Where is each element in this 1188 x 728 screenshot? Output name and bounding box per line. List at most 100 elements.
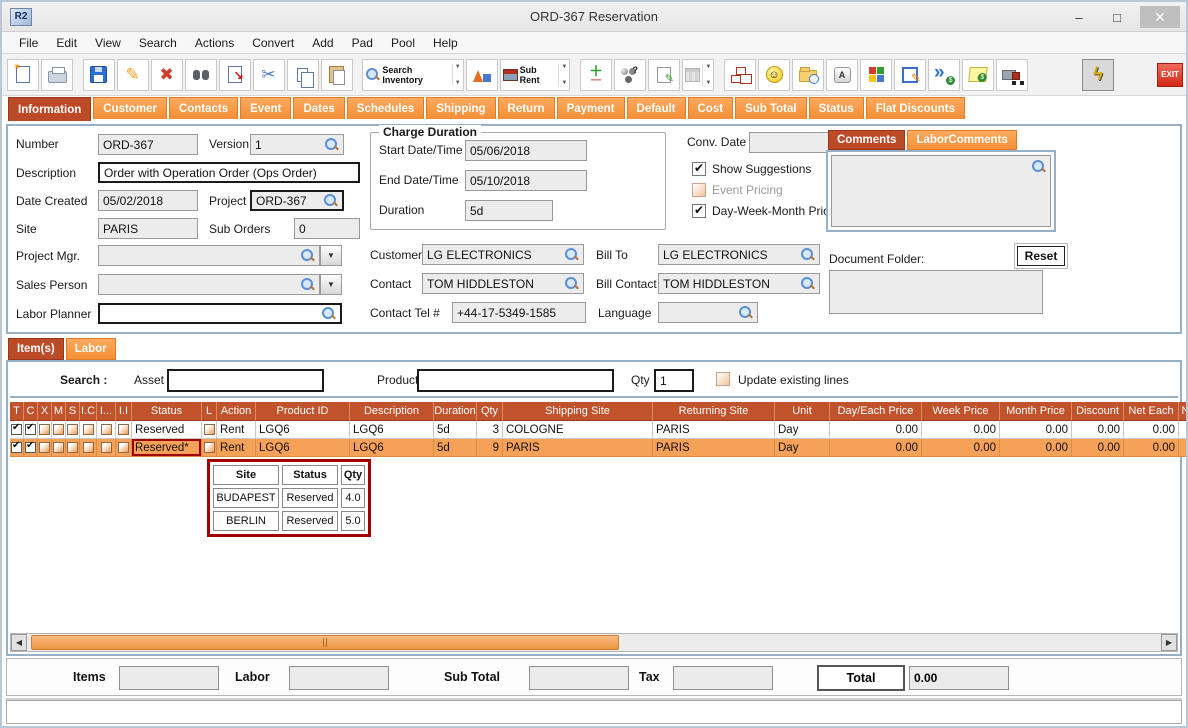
cell-month-price[interactable]: 0.00 (1000, 421, 1072, 439)
cell-description[interactable]: LGQ6 (350, 439, 434, 457)
minimize-button[interactable]: – (1064, 6, 1094, 28)
cell-t[interactable] (10, 421, 24, 439)
menu-file[interactable]: File (10, 34, 47, 52)
cell-qty[interactable]: 3 (477, 421, 503, 439)
new-order-button[interactable]: ✶ (7, 59, 39, 91)
search-inventory-button[interactable]: Search Inventory ▼▼ (362, 59, 463, 91)
menu-pad[interactable]: Pad (343, 34, 382, 52)
version-lookup-icon[interactable] (324, 137, 339, 152)
cell-x[interactable] (38, 421, 52, 439)
cell-idot[interactable] (97, 421, 116, 439)
cell-discount[interactable]: 0.00 (1072, 421, 1124, 439)
menu-pool[interactable]: Pool (382, 34, 424, 52)
col-ii[interactable]: I.I (116, 402, 132, 421)
convert-order-button[interactable]: ↘ (219, 59, 251, 91)
language-lookup-icon[interactable] (738, 305, 753, 320)
delivery-button[interactable] (996, 59, 1028, 91)
cell-ic[interactable] (80, 439, 97, 457)
menu-edit[interactable]: Edit (47, 34, 86, 52)
tab-return[interactable]: Return (498, 97, 555, 119)
scroll-left-arrow[interactable]: ◀ (11, 634, 27, 651)
copy-button[interactable] (287, 59, 319, 91)
cell-ii[interactable] (116, 421, 132, 439)
menu-actions[interactable]: Actions (186, 34, 243, 52)
tab-items[interactable]: Item(s) (8, 338, 64, 360)
col-t[interactable]: T (10, 402, 24, 421)
qty-input[interactable]: 1 (654, 369, 694, 392)
cell-ic[interactable] (80, 421, 97, 439)
col-n[interactable]: N (1179, 402, 1188, 421)
shortcut-key-button[interactable]: A (826, 59, 858, 91)
tab-sub-total[interactable]: Sub Total (735, 97, 807, 119)
bill-to-field[interactable]: LG ELECTRONICS (658, 244, 820, 265)
col-ic[interactable]: I.C (80, 402, 97, 421)
contact-lookup-icon[interactable] (564, 276, 579, 291)
availability-button[interactable] (614, 59, 646, 91)
tab-flat-discounts[interactable]: Flat Discounts (866, 97, 965, 119)
asset-input[interactable] (167, 369, 324, 392)
tab-payment[interactable]: Payment (557, 97, 625, 119)
cut-button[interactable]: ✂ (253, 59, 285, 91)
cell-week-price[interactable]: 0.00 (922, 421, 1000, 439)
add-remove-lines-button[interactable]: ＋─ (580, 59, 612, 91)
cell-net-each[interactable]: 0.00 (1124, 439, 1179, 457)
col-day-each-price[interactable]: Day/Each Price (830, 402, 922, 421)
cell-duration[interactable]: 5d (434, 439, 477, 457)
cell-unit[interactable]: Day (775, 421, 830, 439)
find-button[interactable] (185, 59, 217, 91)
cell-week-price[interactable]: 0.00 (922, 439, 1000, 457)
tab-shipping[interactable]: Shipping (426, 97, 495, 119)
cell-s[interactable] (66, 439, 80, 457)
col-action[interactable]: Action (217, 402, 256, 421)
cell-unit[interactable]: Day (775, 439, 830, 457)
col-duration[interactable]: Duration (434, 402, 477, 421)
menu-view[interactable]: View (86, 34, 130, 52)
cell-qty[interactable]: 9 (477, 439, 503, 457)
calendar-button[interactable]: ▼▼ (682, 59, 714, 91)
cell-net-each[interactable]: 0.00 (1124, 421, 1179, 439)
exit-button[interactable]: EXIT (1154, 59, 1186, 91)
tab-labor-comments[interactable]: LaborComments (907, 130, 1016, 150)
reset-button[interactable]: Reset (1017, 246, 1065, 266)
rate-refresh-button[interactable]: $ (928, 59, 960, 91)
col-s[interactable]: S (66, 402, 80, 421)
comments-lookup-icon[interactable] (1031, 159, 1046, 174)
product-input[interactable] (417, 369, 614, 392)
cell-shipping-site[interactable]: COLOGNE (503, 421, 653, 439)
col-qty[interactable]: Qty (477, 402, 503, 421)
col-description[interactable]: Description (350, 402, 434, 421)
cell-day-each-price[interactable]: 0.00 (830, 439, 922, 457)
cell-l[interactable] (202, 421, 217, 439)
paste-button[interactable] (321, 59, 353, 91)
cell-t[interactable] (10, 439, 24, 457)
print-button[interactable] (41, 59, 73, 91)
col-shipping-site[interactable]: Shipping Site (503, 402, 653, 421)
cell-l[interactable] (202, 439, 217, 457)
col-week-price[interactable]: Week Price (922, 402, 1000, 421)
customer-lookup-icon[interactable] (564, 247, 579, 262)
description-field[interactable]: Order with Operation Order (Ops Order) (98, 162, 360, 183)
cell-n[interactable] (1179, 421, 1188, 439)
col-discount[interactable]: Discount (1072, 402, 1124, 421)
cell-discount[interactable]: 0.00 (1072, 439, 1124, 457)
project-mgr-dropdown[interactable]: ▼ (320, 245, 342, 266)
cell-action[interactable]: Rent (217, 421, 256, 439)
org-chart-button[interactable] (724, 59, 756, 91)
charges-button[interactable]: $ (962, 59, 994, 91)
cell-shipping-site[interactable]: PARIS (503, 439, 653, 457)
maximize-button[interactable]: □ (1102, 6, 1132, 28)
col-month-price[interactable]: Month Price (1000, 402, 1072, 421)
cell-product-id[interactable]: LGQ6 (256, 439, 350, 457)
document-folder-box[interactable] (829, 270, 1043, 314)
project-field[interactable]: ORD-367 (250, 190, 344, 211)
cell-status-highlighted[interactable]: Reserved* (132, 439, 202, 457)
cell-m[interactable] (52, 439, 66, 457)
horizontal-scrollbar[interactable]: ◀ ▶ (10, 633, 1178, 652)
notes-button[interactable] (648, 59, 680, 91)
cell-c[interactable] (24, 421, 38, 439)
cell-duration[interactable]: 5d (434, 421, 477, 439)
menu-convert[interactable]: Convert (243, 34, 303, 52)
sales-person-lookup-icon[interactable] (300, 277, 315, 292)
tab-cost[interactable]: Cost (688, 97, 734, 119)
cell-product-id[interactable]: LGQ6 (256, 421, 350, 439)
